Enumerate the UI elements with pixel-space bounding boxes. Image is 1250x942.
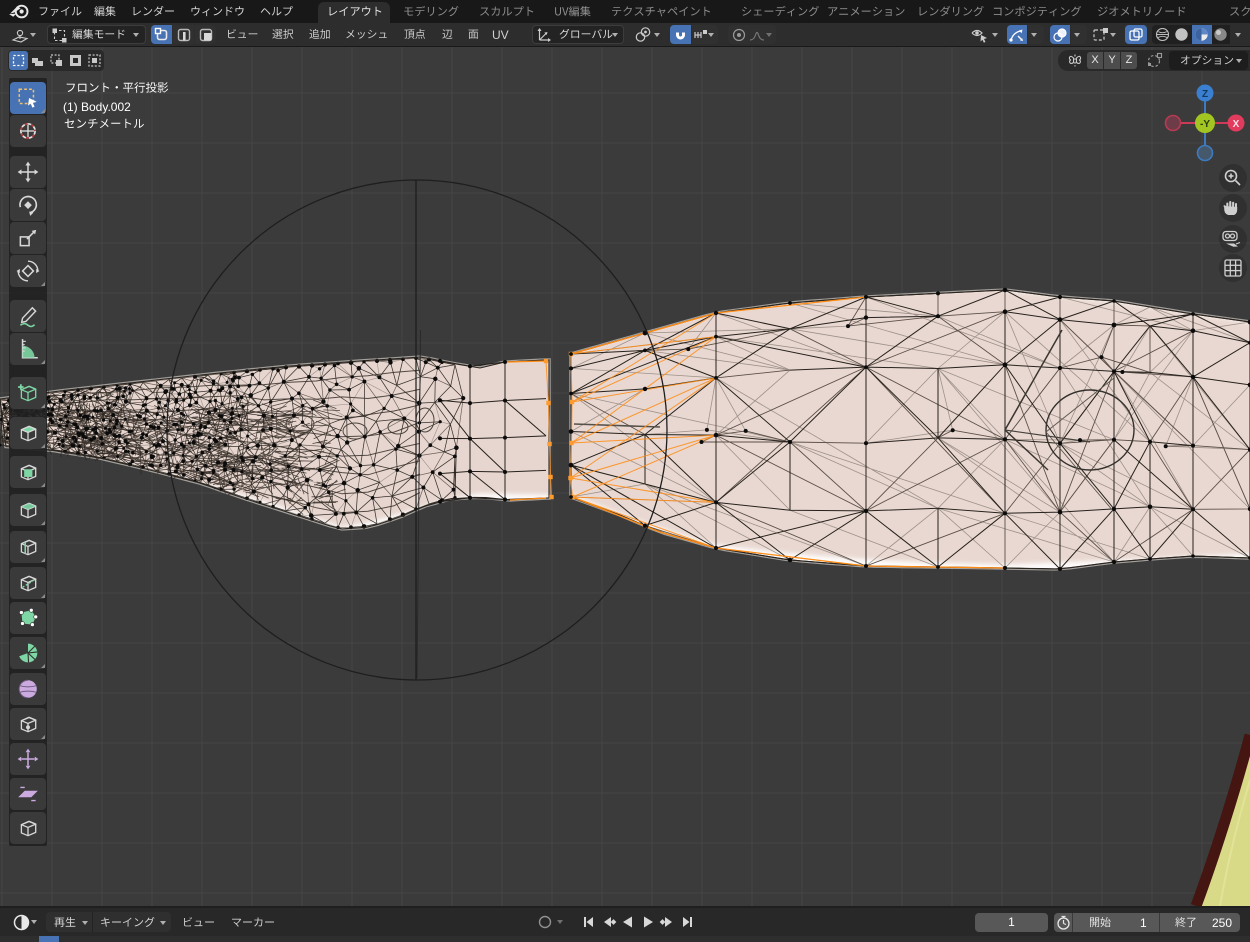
svg-text:X: X [1233,119,1240,130]
svg-text:Z: Z [1202,89,1208,100]
svg-text:-Y: -Y [1200,119,1210,130]
